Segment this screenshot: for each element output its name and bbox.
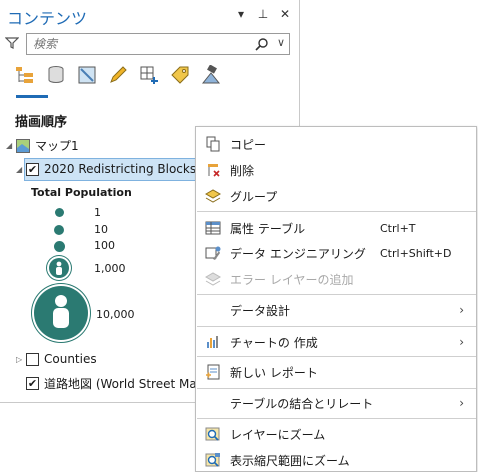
submenu-arrow-icon: › [459,396,464,410]
pane-controls: ▾ ⊥ ✕ [235,7,291,21]
menu-separator [197,388,476,389]
submenu-arrow-icon: › [459,303,464,317]
map-row[interactable]: ◢ マップ1 [6,137,79,154]
menu-item-label: テーブルの結合とリレート [230,396,374,411]
close-icon[interactable]: ✕ [279,7,291,21]
chevron-down-icon[interactable]: ▾ [235,7,247,21]
menu-item-remove[interactable]: 削除 [196,158,476,182]
layer-row[interactable]: ◢ ✔ 2020 Redistricting Blocks [16,162,196,176]
map-name: マップ1 [35,139,79,153]
menu-item-data-engineering[interactable]: データ エンジニアリング Ctrl+Shift+D [196,241,476,265]
search-icon[interactable] [255,37,269,51]
menu-item-label: 属性 テーブル [230,221,306,236]
report-icon [206,364,220,380]
collapse-caret-icon[interactable]: ◢ [6,141,16,150]
menu-item-data-design[interactable]: データ設計 › [196,298,476,322]
menu-item-shortcut: Ctrl+T [380,221,416,235]
menu-separator [197,326,476,327]
group-icon [205,189,221,203]
legend-person-symbol [49,258,69,278]
legend-class-label: 1 [94,206,101,219]
menu-item-group[interactable]: グループ [196,184,476,208]
menu-item-zoom-to-layer[interactable]: レイヤーにズーム [196,422,476,446]
person-icon [53,295,69,328]
layer-visibility-checkbox[interactable] [26,352,39,366]
person-icon [56,261,62,275]
legend-person-symbol [34,286,88,340]
zoom-layer-icon [205,427,220,441]
menu-item-copy[interactable]: コピー [196,132,476,156]
list-by-perspective-imagery-icon[interactable] [200,64,222,86]
legend-title: Total Population [31,186,132,199]
menu-item-label: 表示縮尺範囲にズーム [230,453,350,468]
table-icon [205,221,221,235]
list-by-snapping-icon[interactable] [138,64,160,86]
menu-item-create-chart[interactable]: チャートの 作成 › [196,330,476,354]
collapse-caret-icon[interactable]: ◢ [16,165,26,174]
layer-context-menu: コピー 削除 グループ 属性 テーブル Ctrl+T データ エンジニアリング … [195,126,477,472]
map-icon [16,138,30,153]
contents-toolbar [14,64,222,86]
menu-item-label: 削除 [230,163,255,178]
menu-separator [197,211,476,212]
submenu-arrow-icon: › [459,335,464,349]
menu-item-label: チャートの 作成 [230,335,318,350]
zoom-scale-icon [205,453,220,467]
chart-icon [207,336,218,348]
layer-visibility-checkbox[interactable]: ✔ [26,377,39,390]
legend-class-label: 10 [94,223,108,236]
search-box: ∨ [26,33,290,55]
menu-item-label: レイヤーにズーム [230,427,326,442]
menu-item-label: 新しい レポート [230,365,318,380]
layer-row[interactable]: ▷ Counties [16,352,97,366]
layer-name: 道路地図 (World Street Map) [44,377,209,391]
list-by-drawing-order-icon[interactable] [14,64,36,86]
menu-item-label: コピー [230,137,267,152]
active-tab-indicator [16,95,48,98]
menu-separator [197,418,476,419]
pane-title: コンテンツ [7,9,88,28]
pin-icon[interactable]: ⊥ [257,7,269,21]
menu-item-new-report[interactable]: 新しい レポート [196,360,476,384]
list-by-editing-icon[interactable] [107,64,129,86]
remove-icon [208,164,220,177]
legend-symbol [55,208,64,217]
layer-name: Counties [44,352,97,366]
legend-class-label: 10,000 [96,308,135,321]
menu-item-label: データ エンジニアリング [230,246,366,261]
expand-caret-icon[interactable]: ▷ [16,355,26,364]
list-by-source-icon[interactable] [45,64,67,86]
drawing-order-heading: 描画順序 [15,115,68,130]
menu-item-label: データ設計 [230,303,291,318]
data-engineering-icon [205,246,221,260]
menu-item-label: グループ [230,189,278,204]
menu-item-label: エラー レイヤーの追加 [230,272,354,287]
legend-class-label: 100 [94,239,115,252]
copy-icon [206,136,220,152]
menu-item-zoom-to-visible-scale[interactable]: 表示縮尺範囲にズーム [196,448,476,472]
menu-separator [197,294,476,295]
menu-item-joins-and-relates[interactable]: テーブルの結合とリレート › [196,391,476,415]
error-layer-icon [205,272,221,286]
legend-symbol [54,225,64,235]
menu-item-attribute-table[interactable]: 属性 テーブル Ctrl+T [196,216,476,240]
menu-separator [197,356,476,357]
legend-symbol [54,241,65,252]
layer-visibility-checkbox[interactable]: ✔ [26,162,39,176]
menu-item-add-error-layers: エラー レイヤーの追加 [196,267,476,291]
layer-name: 2020 Redistricting Blocks [44,162,197,176]
list-by-selection-icon[interactable] [76,64,98,86]
filter-icon[interactable] [5,36,19,50]
search-input[interactable] [27,34,227,54]
search-options-chevron-icon[interactable]: ∨ [277,36,285,49]
list-by-labeling-icon[interactable] [169,64,191,86]
layer-row[interactable]: ✔ 道路地図 (World Street Map) [26,375,209,392]
legend-class-label: 1,000 [94,262,126,275]
menu-item-shortcut: Ctrl+Shift+D [380,246,452,260]
